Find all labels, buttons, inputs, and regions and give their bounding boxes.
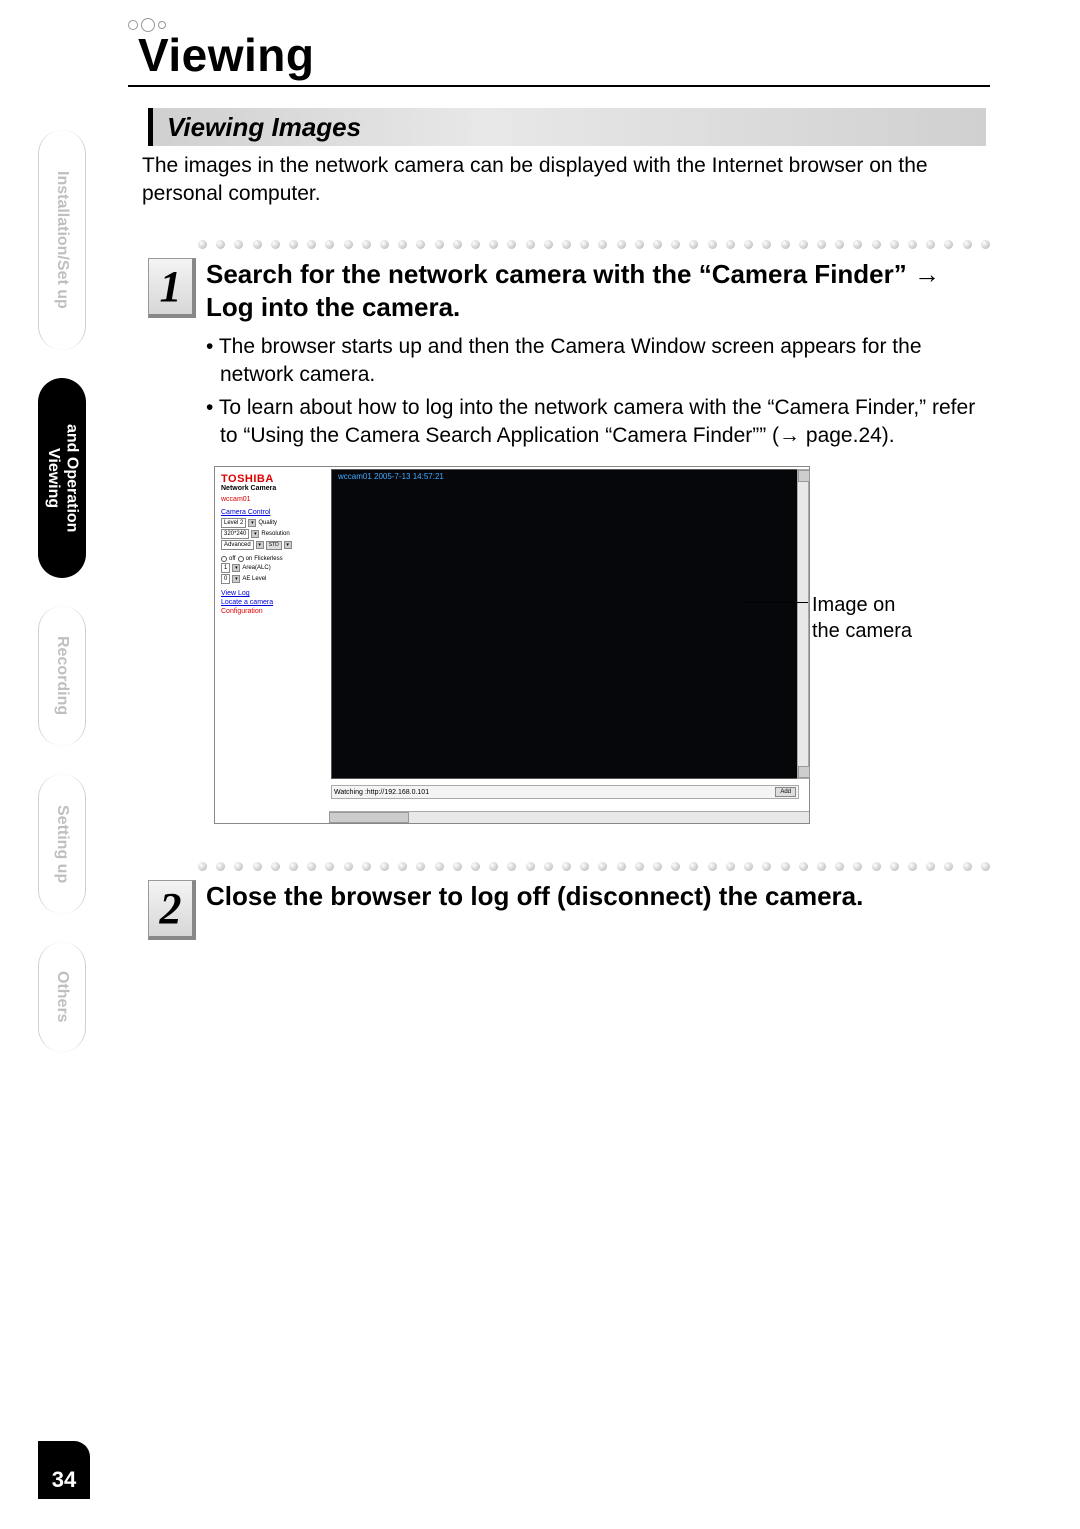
- resolution-select[interactable]: 320*240: [221, 529, 249, 539]
- ae-select[interactable]: 0: [221, 574, 230, 584]
- resolution-label: Resolution: [261, 531, 289, 537]
- std-button[interactable]: STD: [266, 541, 282, 550]
- step-1: 1 Search for the network camera with the…: [148, 258, 990, 454]
- flickerless-on-radio[interactable]: [238, 556, 244, 562]
- step-number-2: 2: [148, 880, 196, 940]
- page-number: 34: [38, 1441, 90, 1499]
- section-header: Viewing Images: [148, 108, 986, 146]
- step-1-bullet: To learn about how to log into the netwo…: [206, 394, 990, 451]
- step-1-bullet: The browser starts up and then the Camer…: [206, 333, 990, 390]
- status-bar: Watching :http://192.168.0.101 Add: [331, 785, 799, 799]
- tab-viewing-operation[interactable]: and Operation Viewing: [38, 378, 86, 578]
- status-text: Watching :http://192.168.0.101: [334, 789, 429, 796]
- step-number-1: 1: [148, 258, 196, 318]
- tab-recording[interactable]: Recording: [38, 606, 86, 746]
- annotation-line2: the camera: [812, 620, 912, 642]
- dotted-divider: [198, 862, 990, 871]
- step-2: 2 Close the browser to log off (disconne…: [148, 880, 990, 913]
- intro-text: The images in the network camera can be …: [142, 152, 982, 209]
- tab-installation-setup[interactable]: Installation/Set up: [38, 130, 86, 350]
- camera-video-frame: wccam01 2005-7-13 14:57:21: [331, 469, 799, 779]
- tab-active-line2: and Operation: [62, 424, 80, 532]
- configuration-link[interactable]: Configuration: [221, 608, 323, 615]
- quality-label: Quality: [258, 520, 277, 526]
- flickerless-off-radio[interactable]: [221, 556, 227, 562]
- step-1-title: Search for the network camera with the “…: [206, 258, 990, 323]
- add-button[interactable]: Add: [775, 787, 796, 797]
- step-1-bullets: The browser starts up and then the Camer…: [206, 333, 990, 450]
- flickerless-label: Flickerless: [254, 556, 282, 562]
- dropdown-icon[interactable]: ▾: [256, 541, 264, 549]
- camera-sidebar: TOSHIBA Network Camera wccam01 Camera Co…: [215, 467, 329, 823]
- camera-main-area: wccam01 2005-7-13 14:57:21 Watching :htt…: [329, 467, 809, 823]
- quality-select[interactable]: Level 2: [221, 518, 246, 528]
- annotation-label: Image on the camera: [812, 592, 912, 644]
- title-underline: [128, 85, 990, 87]
- view-log-link[interactable]: View Log: [221, 590, 323, 597]
- annotation-leader-line: [744, 602, 808, 603]
- advanced-select[interactable]: Advanced: [221, 540, 254, 550]
- on-label: on: [246, 556, 253, 562]
- video-caption: wccam01 2005-7-13 14:57:21: [338, 472, 444, 481]
- vertical-scrollbar[interactable]: [797, 469, 809, 779]
- step-2-title: Close the browser to log off (disconnect…: [206, 880, 990, 913]
- dotted-divider: [198, 240, 990, 249]
- toshiba-logo: TOSHIBA: [221, 473, 323, 485]
- area-label: Area(ALC): [242, 565, 270, 571]
- deco-circle-icon: [128, 20, 138, 30]
- off-label: off: [229, 556, 236, 562]
- dropdown-icon[interactable]: ▾: [251, 530, 259, 538]
- camera-name: wccam01: [221, 496, 323, 503]
- locate-camera-link[interactable]: Locate a camera: [221, 599, 323, 606]
- dropdown-icon[interactable]: ▾: [232, 575, 240, 583]
- annotation-line1: Image on: [812, 594, 895, 616]
- camera-window-screenshot: TOSHIBA Network Camera wccam01 Camera Co…: [214, 466, 810, 824]
- side-tabs: Installation/Set up and Operation Viewin…: [38, 130, 86, 1080]
- camera-control-link[interactable]: Camera Control: [221, 509, 323, 516]
- dropdown-icon[interactable]: ▾: [248, 519, 256, 527]
- dropdown-icon[interactable]: ▾: [284, 541, 292, 549]
- ae-label: AE Level: [242, 576, 266, 582]
- horizontal-scrollbar[interactable]: [329, 811, 809, 823]
- tab-others[interactable]: Others: [38, 942, 86, 1052]
- page-title: Viewing: [138, 28, 314, 82]
- scrollbar-thumb[interactable]: [329, 812, 409, 823]
- camera-product-name: Network Camera: [221, 485, 323, 492]
- tab-setting-up[interactable]: Setting up: [38, 774, 86, 914]
- dropdown-icon[interactable]: ▾: [232, 564, 240, 572]
- area-select[interactable]: 1: [221, 563, 230, 573]
- tab-active-line1: Viewing: [44, 424, 62, 532]
